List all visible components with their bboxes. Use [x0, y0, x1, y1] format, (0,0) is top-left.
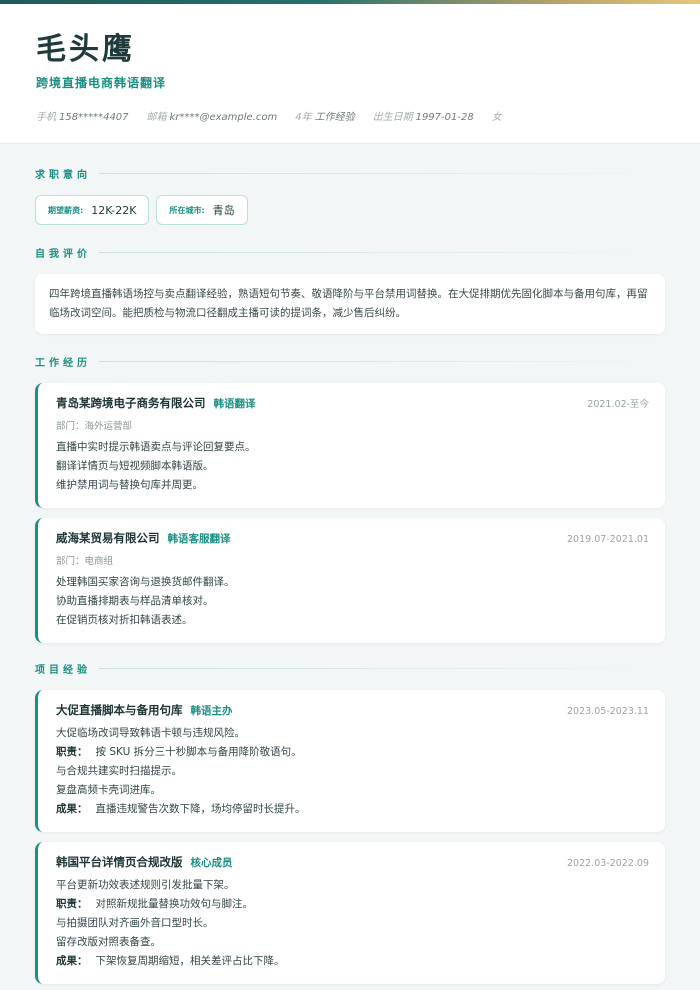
duty-line: 协助直播排期表与样品清单核对。 [56, 595, 214, 607]
project-details: 平台更新功效表述规则引发批量下架。 职责： 对照新规批量替换功效句与脚注。 与拍摄… [56, 876, 649, 971]
work-entry-header: 青岛某跨境电子商务有限公司 韩语翻译 2021.02-至今 [56, 395, 649, 411]
duty-line: 翻译详情页与短视频脚本韩语版。 [56, 460, 214, 472]
work-duties: 直播中实时提示韩语卖点与评论回复要点。 翻译详情页与短视频脚本韩语版。 维护禁用… [56, 438, 649, 495]
duty-line: 维护禁用词与替换句库并周更。 [56, 479, 203, 491]
duty-line: 在促销页核对折扣韩语表述。 [56, 614, 193, 626]
project-background: 大促临场改词导致韩语卡顿与违规风险。 [56, 727, 245, 739]
experience-label: 工作经验 [314, 112, 355, 123]
salary-pill: 期望薪资: 12K-22K [35, 195, 150, 225]
department: 部门：海外运营部 [56, 421, 133, 432]
work-entry-header: 威海某贸易有限公司 韩语客服翻译 2019.07-2021.01 [56, 530, 649, 546]
self-evaluation: 四年跨境直播韩语场控与卖点翻译经验，熟语短句节奏、敬语降阶与平台禁用词替换。在大… [35, 274, 665, 334]
project-result: 成果： 下架恢复周期缩短，相关差评占比下降。 [56, 952, 649, 971]
project-role: 韩语主办 [190, 705, 233, 717]
city-label: 所在城市: [169, 205, 205, 215]
project-entry: 韩国平台详情页合规改版 核心成员 2022.03-2022.09 平台更新功效表… [35, 842, 665, 984]
job-role: 韩语客服翻译 [167, 533, 231, 545]
section-divider [99, 173, 665, 174]
work-period: 2021.02-至今 [587, 399, 649, 410]
phone-label: 手机 [36, 112, 56, 123]
section-intent-title: 求职意向 [35, 166, 665, 181]
candidate-headline: 跨境直播电商韩语翻译 [36, 76, 167, 90]
birth-label: 出生日期 [372, 112, 413, 123]
work-entry: 青岛某跨境电子商务有限公司 韩语翻译 2021.02-至今 部门：海外运营部 直… [35, 383, 665, 508]
duty-line: 处理韩国买家咨询与退换货邮件翻译。 [56, 576, 235, 588]
work-entry: 威海某贸易有限公司 韩语客服翻译 2019.07-2021.01 部门：电商组 … [35, 518, 665, 643]
result-label: 成果： [56, 803, 88, 815]
section-work-label: 工作经历 [35, 358, 91, 369]
section-projects-title: 项目经验 [35, 661, 665, 676]
experience-years: 4年 [295, 112, 312, 123]
project-duty: 职责： 按 SKU 拆分三十秒脚本与备用降阶敬语句。 [56, 743, 649, 762]
project-period: 2023.05-2023.11 [567, 706, 649, 717]
profile-header: 毛头鹰 跨境直播电商韩语翻译 手机 158*****4407 邮箱 kr****@e… [0, 4, 700, 144]
project-duty: 职责： 对照新规批量替换功效句与脚注。 [56, 895, 649, 914]
phone-value: 158*****4407 [59, 112, 129, 123]
duty-text: 对照新规批量替换功效句与脚注。 [95, 898, 254, 910]
department: 部门：电商组 [56, 556, 114, 567]
work-period: 2019.07-2021.01 [567, 534, 649, 545]
project-name: 大促直播脚本与备用句库 [56, 703, 183, 717]
section-intent-label: 求职意向 [35, 170, 91, 181]
project-extra-line: 留存改版对照表备查。 [56, 936, 161, 948]
result-text: 直播违规警告次数下降，场均停留时长提升。 [95, 803, 306, 815]
email-value: kr****@example.com [169, 112, 278, 123]
duty-text: 按 SKU 拆分三十秒脚本与备用降阶敬语句。 [95, 746, 302, 758]
section-summary-title: 自我评价 [35, 245, 665, 260]
section-divider [99, 668, 665, 669]
phone-item: 手机 158*****4407 [36, 108, 129, 123]
result-label: 成果： [56, 955, 88, 967]
job-role: 韩语翻译 [213, 398, 256, 410]
section-divider [99, 361, 665, 362]
email-label: 邮箱 [146, 112, 167, 123]
candidate-name: 毛头鹰 [36, 32, 135, 67]
project-entry: 大促直播脚本与备用句库 韩语主办 2023.05-2023.11 大促临场改词导… [35, 690, 665, 832]
project-period: 2022.03-2022.09 [567, 858, 649, 869]
project-result: 成果： 直播违规警告次数下降，场均停留时长提升。 [56, 800, 649, 819]
project-extra-line: 复盘高频卡壳词进库。 [56, 784, 161, 796]
duty-label: 职责： [56, 898, 88, 910]
birth-item: 出生日期 1997-01-28 [373, 108, 474, 123]
project-background: 平台更新功效表述规则引发批量下架。 [56, 879, 235, 891]
result-text: 下架恢复周期缩短，相关差评占比下降。 [95, 955, 285, 967]
salary-label: 期望薪资: [48, 205, 84, 215]
company-name: 威海某贸易有限公司 [56, 531, 160, 545]
project-extra-line: 与合规共建实时扫描提示。 [56, 765, 182, 777]
project-role: 核心成员 [190, 857, 233, 869]
job-intent: 期望薪资: 12K-22K 所在城市: 青岛 [35, 195, 665, 225]
duty-label: 职责： [56, 746, 88, 758]
resume-body: 求职意向 期望薪资: 12K-22K 所在城市: 青岛 自我评价 四年跨境直播韩… [0, 144, 700, 984]
project-extra-line: 与拍摄团队对齐画外音口型时长。 [56, 917, 214, 929]
salary-value: 12K-22K [91, 203, 137, 217]
birth-value: 1997-01-28 [415, 112, 474, 123]
gender-value: 女 [491, 112, 502, 123]
section-summary-label: 自我评价 [35, 249, 91, 260]
section-work-title: 工作经历 [35, 354, 665, 369]
city-pill: 所在城市: 青岛 [156, 195, 248, 225]
experience-item: 4年 工作经验 [295, 108, 354, 123]
section-divider [99, 252, 665, 253]
work-duties: 处理韩国买家咨询与退换货邮件翻译。 协助直播排期表与样品清单核对。 在促销页核对… [56, 573, 649, 630]
section-projects-label: 项目经验 [35, 665, 91, 676]
project-details: 大促临场改词导致韩语卡顿与违规风险。 职责： 按 SKU 拆分三十秒脚本与备用降阶… [56, 724, 649, 819]
city-value: 青岛 [212, 204, 235, 217]
duty-line: 直播中实时提示韩语卖点与评论回复要点。 [56, 441, 256, 453]
project-entry-header: 大促直播脚本与备用句库 韩语主办 2023.05-2023.11 [56, 702, 649, 718]
contact-meta: 手机 158*****4407 邮箱 kr****@example.com 4年 工作… [36, 108, 664, 123]
company-name: 青岛某跨境电子商务有限公司 [56, 396, 206, 410]
project-name: 韩国平台详情页合规改版 [56, 855, 183, 869]
email-item: 邮箱 kr****@example.com [147, 108, 278, 123]
project-entry-header: 韩国平台详情页合规改版 核心成员 2022.03-2022.09 [56, 854, 649, 870]
